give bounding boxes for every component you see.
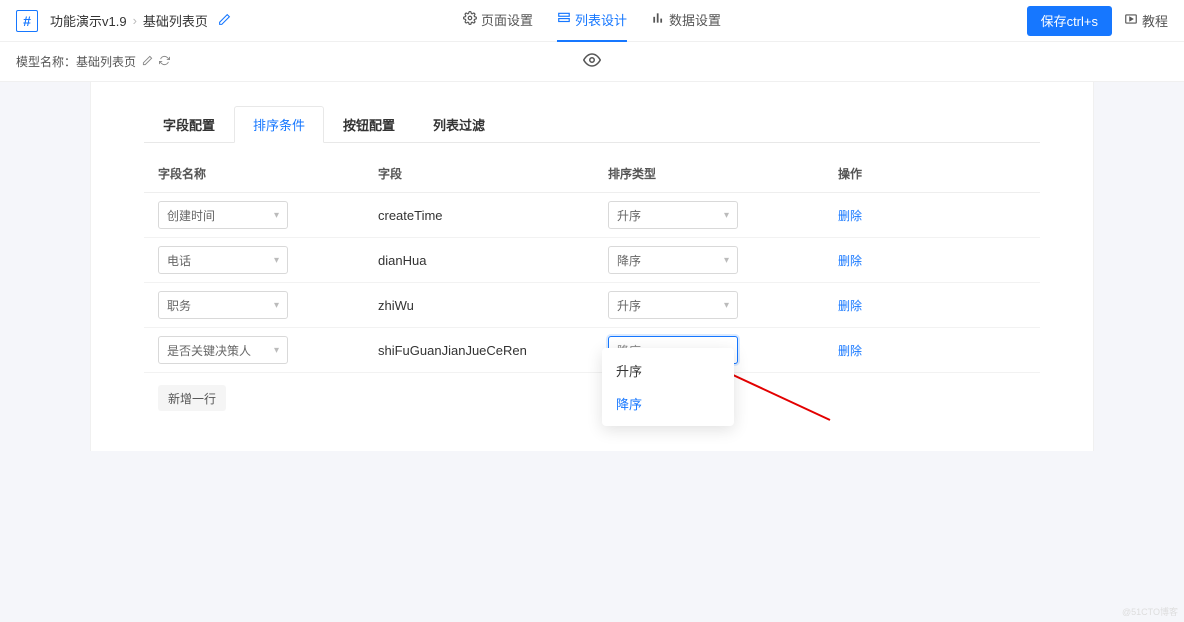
tab-sort-condition[interactable]: 排序条件 xyxy=(234,106,324,143)
breadcrumb: 功能演示v1.9 › 基础列表页 xyxy=(50,11,231,30)
field-name-select[interactable]: 电话▾ xyxy=(158,246,288,274)
delete-link[interactable]: 删除 xyxy=(838,344,862,358)
breadcrumb-item-2[interactable]: 基础列表页 xyxy=(143,11,208,30)
chart-icon xyxy=(651,11,665,28)
field-value: dianHua xyxy=(378,253,608,268)
field-value: shiFuGuanJianJueCeRen xyxy=(378,343,608,358)
th-sort-type: 排序类型 xyxy=(608,165,838,182)
tab-field-config[interactable]: 字段配置 xyxy=(144,106,234,142)
tab-button-config[interactable]: 按钮配置 xyxy=(324,106,414,142)
dropdown-option-asc[interactable]: 升序 xyxy=(602,354,734,387)
table-row: 电话▾ dianHua 降序▾ 删除 xyxy=(144,238,1040,283)
tutorial-link[interactable]: 教程 xyxy=(1124,11,1168,30)
field-name-select[interactable]: 创建时间▾ xyxy=(158,201,288,229)
chevron-down-icon: ▾ xyxy=(724,255,729,266)
chevron-down-icon: ▾ xyxy=(274,210,279,221)
breadcrumb-separator: › xyxy=(133,13,137,28)
add-row-button[interactable]: 新增一行 xyxy=(158,385,226,411)
field-value: createTime xyxy=(378,208,608,223)
tab-data-settings[interactable]: 数据设置 xyxy=(651,0,721,42)
th-operation: 操作 xyxy=(838,165,1026,182)
th-field-name: 字段名称 xyxy=(158,165,378,182)
table-row: 职务▾ zhiWu 升序▾ 删除 xyxy=(144,283,1040,328)
tab-page-settings[interactable]: 页面设置 xyxy=(463,0,533,42)
delete-link[interactable]: 删除 xyxy=(838,209,862,223)
save-button[interactable]: 保存ctrl+s xyxy=(1027,6,1112,36)
chevron-down-icon: ▾ xyxy=(274,300,279,311)
field-name-select[interactable]: 职务▾ xyxy=(158,291,288,319)
sort-type-select[interactable]: 升序▾ xyxy=(608,291,738,319)
app-logo[interactable]: # xyxy=(16,10,38,32)
edit-icon[interactable] xyxy=(218,13,231,29)
breadcrumb-item-1[interactable]: 功能演示v1.9 xyxy=(50,11,127,30)
dropdown-option-desc[interactable]: 降序 xyxy=(602,387,734,420)
sort-type-select[interactable]: 升序▾ xyxy=(608,201,738,229)
table-row: 是否关键决策人▾ shiFuGuanJianJueCeRen 降序▴ 删除 xyxy=(144,328,1040,373)
sort-type-select[interactable]: 降序▾ xyxy=(608,246,738,274)
th-field: 字段 xyxy=(378,165,608,182)
refresh-icon[interactable] xyxy=(159,54,170,69)
play-icon xyxy=(1124,12,1138,29)
chevron-down-icon: ▾ xyxy=(274,345,279,356)
sort-dropdown: 升序 降序 xyxy=(602,348,734,426)
list-design-icon xyxy=(557,11,571,28)
table-row: 创建时间▾ createTime 升序▾ 删除 xyxy=(144,193,1040,238)
model-label: 模型名称：基础列表页 xyxy=(16,53,136,70)
chevron-down-icon: ▾ xyxy=(724,300,729,311)
field-value: zhiWu xyxy=(378,298,608,313)
gear-icon xyxy=(463,11,477,28)
chevron-down-icon: ▾ xyxy=(274,255,279,266)
watermark: @51CTO博客 xyxy=(1122,605,1178,618)
field-name-select[interactable]: 是否关键决策人▾ xyxy=(158,336,288,364)
delete-link[interactable]: 删除 xyxy=(838,254,862,268)
chevron-down-icon: ▾ xyxy=(724,210,729,221)
edit-model-icon[interactable] xyxy=(142,54,153,69)
delete-link[interactable]: 删除 xyxy=(838,299,862,313)
preview-icon[interactable] xyxy=(583,51,601,72)
tab-list-filter[interactable]: 列表过滤 xyxy=(414,106,504,142)
tab-list-design[interactable]: 列表设计 xyxy=(557,0,627,42)
